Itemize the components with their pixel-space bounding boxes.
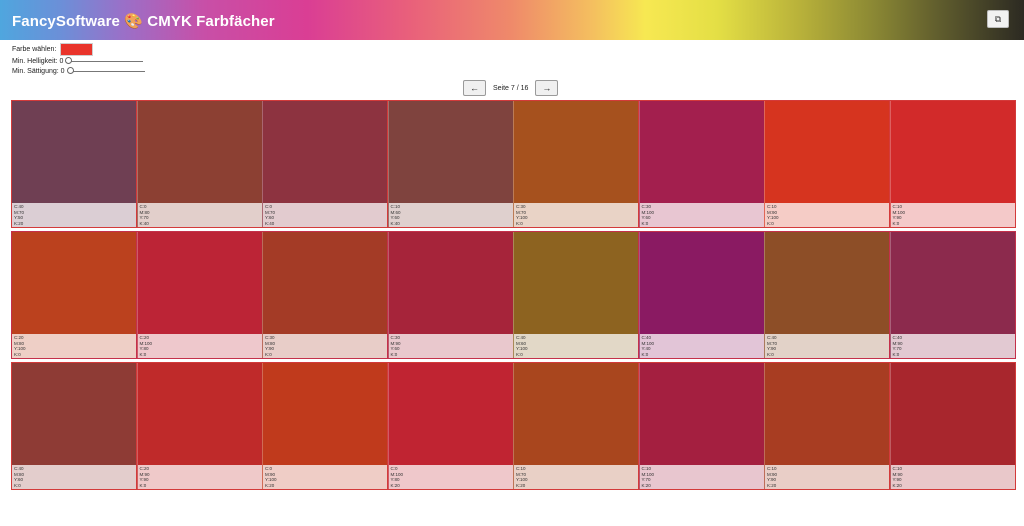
cmyk-value-k: K:0 (641, 220, 649, 226)
brightness-label: Min. Helligkeit: 0 (12, 57, 64, 65)
color-swatch[interactable]: C:0 M:100 Y:80 K:20 (387, 363, 513, 489)
cmyk-value-k: K:0 (139, 351, 147, 357)
color-swatch[interactable]: C:10 M:100 Y:70 K:20 (638, 363, 764, 489)
saturation-slider[interactable] (66, 67, 145, 75)
brightness-slider-thumb[interactable] (65, 57, 73, 64)
saturation-slider-track (68, 70, 145, 72)
color-swatch[interactable]: C:10 M:90 Y:90 K:20 (764, 363, 890, 489)
page-indicator: Seite 7 / 16 (493, 84, 529, 92)
swatch-cmyk-label: C:10 M:100 Y:70 K:20 (639, 465, 764, 489)
swatch-cmyk-label: C:10 M:90 Y:90 K:20 (765, 465, 890, 489)
cmyk-value-k: K:20 (14, 220, 24, 226)
swatch-cmyk-label: C:20 M:90 Y:90 K:0 (137, 465, 262, 489)
swatch-cmyk-label: C:20 M:100 Y:80 K:0 (137, 334, 262, 358)
cmyk-value-k: K:0 (390, 351, 398, 357)
color-swatch[interactable]: C:30 M:80 Y:90 K:0 (262, 232, 388, 358)
color-swatch[interactable]: C:10 M:60 Y:60 K:40 (387, 101, 513, 227)
cmyk-value-k: K:40 (390, 220, 400, 226)
swatch-cmyk-label: C:0 M:100 Y:80 K:20 (388, 465, 513, 489)
swatch-cmyk-label: C:30 M:80 Y:90 K:0 (263, 334, 388, 358)
swatch-cmyk-label: C:40 M:60 Y:100 K:0 (514, 334, 639, 358)
cmyk-value-k: K:0 (265, 351, 272, 357)
cmyk-value-k: K:0 (892, 351, 900, 357)
pagination: ← Seite 7 / 16 → (463, 80, 559, 96)
cmyk-value-k: K:20 (390, 482, 400, 488)
color-swatch[interactable]: C:40 M:60 Y:100 K:0 (513, 232, 639, 358)
swatch-cmyk-label: C:0 M:90 Y:100 K:20 (263, 465, 388, 489)
cmyk-value-k: K:0 (516, 220, 523, 226)
swatch-cmyk-label: C:10 M:90 Y:100 K:0 (765, 203, 890, 227)
app-title: FancySoftware 🎨 CMYK Farbfächer (12, 13, 275, 30)
color-picker-input[interactable] (60, 42, 94, 56)
color-swatch[interactable]: C:40 M:90 Y:70 K:0 (889, 232, 1015, 358)
swatch-cmyk-label: C:30 M:100 Y:60 K:0 (639, 203, 764, 227)
color-swatch[interactable]: C:20 M:80 Y:100 K:0 (12, 232, 137, 358)
swatch-cmyk-label: C:0 M:70 Y:60 K:40 (263, 203, 388, 227)
color-swatch[interactable]: C:40 M:100 Y:40 K:0 (638, 232, 764, 358)
color-swatch[interactable]: C:30 M:90 Y:60 K:0 (387, 232, 513, 358)
saturation-slider-thumb[interactable] (66, 67, 74, 74)
color-swatch[interactable]: C:10 M:90 Y:100 K:0 (764, 101, 890, 227)
cmyk-value-k: K:20 (265, 482, 275, 488)
color-swatch[interactable]: C:0 M:70 Y:60 K:40 (262, 101, 388, 227)
swatch-cmyk-label: C:10 M:70 Y:100 K:20 (514, 465, 639, 489)
color-swatch[interactable]: C:20 M:100 Y:80 K:0 (136, 232, 262, 358)
swatch-row-2: C:20 M:80 Y:100 K:0 C:20 M:100 Y:80 K:0 C:30 M:80… (11, 231, 1016, 359)
swatch-cmyk-label: C:10 M:100 Y:90 K:0 (890, 203, 1015, 227)
prev-page-button[interactable]: ← (463, 80, 486, 96)
color-picker-label: Farbe wählen: (12, 45, 57, 53)
cmyk-value-k: K:40 (265, 220, 275, 226)
cmyk-value-k: K:0 (641, 351, 649, 357)
color-swatch[interactable]: C:30 M:70 Y:100 K:0 (513, 101, 639, 227)
color-swatch[interactable]: C:40 M:70 Y:50 K:20 (12, 101, 137, 227)
swatch-cmyk-label: C:30 M:70 Y:100 K:0 (514, 203, 639, 227)
swatch-cmyk-label: C:10 M:90 Y:90 K:20 (890, 465, 1015, 489)
swatch-cmyk-label: C:40 M:70 Y:90 K:0 (765, 334, 890, 358)
color-swatch[interactable]: C:10 M:90 Y:90 K:20 (889, 363, 1015, 489)
cmyk-value-k: K:0 (892, 220, 900, 226)
cmyk-value-k: K:40 (139, 220, 149, 226)
color-picker-row: Farbe wählen: (12, 42, 145, 56)
swatch-cmyk-label: C:40 M:100 Y:40 K:0 (639, 334, 764, 358)
color-swatch[interactable]: C:30 M:100 Y:60 K:0 (638, 101, 764, 227)
cmyk-value-k: K:20 (641, 482, 651, 488)
brightness-slider[interactable] (65, 57, 144, 65)
swatch-row-1: C:40 M:70 Y:50 K:20 C:0 M:80 Y:70 K:40 C:0 M:70 Y:… (11, 100, 1016, 228)
cmyk-value-k: K:20 (892, 482, 902, 488)
brightness-row: Min. Helligkeit: 0 (12, 56, 145, 66)
swatch-row-3: C:40 M:80 Y:60 K:0 C:20 M:90 Y:90 K:0 C:0 M:90 Y:1… (11, 362, 1016, 490)
saturation-row: Min. Sättigung: 0 (12, 66, 145, 76)
color-swatch[interactable]: C:20 M:90 Y:90 K:0 (136, 363, 262, 489)
cmyk-value-k: K:0 (14, 351, 21, 357)
swatch-cmyk-label: C:40 M:80 Y:60 K:0 (12, 465, 137, 489)
color-swatch[interactable]: C:40 M:80 Y:60 K:0 (12, 363, 137, 489)
color-swatch[interactable]: C:0 M:90 Y:100 K:20 (262, 363, 388, 489)
swatch-cmyk-label: C:40 M:90 Y:70 K:0 (890, 334, 1015, 358)
cmyk-value-k: K:0 (14, 482, 21, 488)
swatch-cmyk-label: C:0 M:80 Y:70 K:40 (137, 203, 262, 227)
swatch-cmyk-label: C:30 M:90 Y:60 K:0 (388, 334, 513, 358)
cmyk-value-k: K:20 (516, 482, 526, 488)
app-header: FancySoftware 🎨 CMYK Farbfächer ⧉ (0, 0, 1024, 40)
saturation-label: Min. Sättigung: 0 (12, 67, 65, 75)
swatch-cmyk-label: C:10 M:60 Y:60 K:40 (388, 203, 513, 227)
cmyk-value-k: K:0 (139, 482, 147, 488)
cmyk-value-k: K:0 (767, 351, 774, 357)
next-page-button[interactable]: → (535, 80, 559, 96)
color-swatch[interactable]: C:10 M:70 Y:100 K:20 (513, 363, 639, 489)
color-swatch[interactable]: C:40 M:70 Y:90 K:0 (764, 232, 890, 358)
filter-controls: Farbe wählen: Min. Helligkeit: 0 Min. Sä… (12, 42, 145, 76)
color-swatch[interactable]: C:0 M:80 Y:70 K:40 (136, 101, 262, 227)
cmyk-value-k: K:0 (516, 351, 523, 357)
copy-window-icon[interactable]: ⧉ (987, 10, 1009, 28)
swatch-cmyk-label: C:40 M:70 Y:50 K:20 (12, 203, 137, 227)
cmyk-value-k: K:20 (767, 482, 777, 488)
color-swatch[interactable]: C:10 M:100 Y:90 K:0 (889, 101, 1015, 227)
swatch-cmyk-label: C:20 M:80 Y:100 K:0 (12, 334, 137, 358)
brightness-slider-track (67, 60, 144, 62)
cmyk-value-k: K:0 (767, 220, 774, 226)
